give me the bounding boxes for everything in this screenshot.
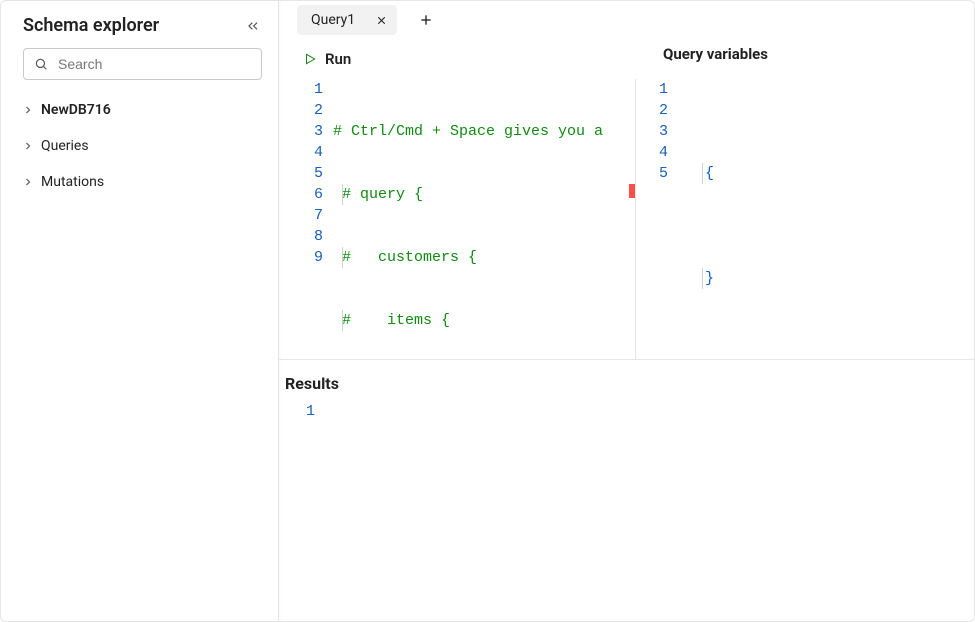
play-icon [303,52,317,66]
code-line: # items { [333,312,450,329]
search-icon [34,57,48,71]
tree-item-label: Queries [41,138,89,154]
error-marker [629,184,635,198]
sidebar-header: Schema explorer [1,11,278,44]
line-number: 9 [287,247,323,268]
chevron-right-icon [21,175,35,189]
results-editor[interactable]: 1 [279,401,974,422]
line-number: 4 [287,142,323,163]
query-editor[interactable]: 1 2 3 4 5 6 7 8 9 # Ctrl/Cmd + Space giv… [287,79,635,359]
search-input-container[interactable] [23,48,262,80]
main-area: Query1 [279,1,974,621]
chevron-right-icon [21,103,35,117]
tree-item-mutations[interactable]: Mutations [9,164,272,200]
chevron-right-icon [21,139,35,153]
editor-splitter[interactable] [635,79,636,359]
tab-query1[interactable]: Query1 [297,5,397,35]
tree-item-label: NewDB716 [41,102,111,118]
code-line: { [705,165,714,182]
line-number: 1 [285,401,315,422]
line-number: 4 [644,142,668,163]
line-number: 2 [287,100,323,121]
chevrons-left-icon[interactable] [244,17,262,35]
query-code[interactable]: # Ctrl/Cmd + Space gives you a # query {… [333,79,603,359]
code-line: # customers { [333,249,477,266]
line-number: 7 [287,205,323,226]
vars-gutter: 1 2 3 4 5 [644,79,678,359]
editors-row: 1 2 3 4 5 6 7 8 9 # Ctrl/Cmd + Space giv… [279,79,974,359]
line-number: 3 [287,121,323,142]
line-number: 5 [644,163,668,184]
sidebar-title: Schema explorer [23,15,159,36]
close-icon[interactable] [373,12,389,28]
results-title: Results [279,360,974,401]
new-tab-button[interactable] [411,5,441,35]
tree-item-label: Mutations [41,174,104,190]
schema-tree: NewDB716 Queries Mutations [1,90,278,200]
tab-bar: Query1 [279,1,974,39]
schema-explorer-sidebar: Schema explorer [1,1,279,621]
vars-code[interactable]: { } [678,79,768,359]
app-root: Schema explorer [0,0,975,622]
run-label: Run [325,50,351,68]
variables-editor[interactable]: 1 2 3 4 5 { } [644,79,974,359]
line-number: 1 [644,79,668,100]
toolbar: Run [279,39,974,79]
line-number: 3 [644,121,668,142]
results-pane: Results 1 [279,359,974,621]
query-gutter: 1 2 3 4 5 6 7 8 9 [287,79,333,359]
search-input[interactable] [56,55,251,73]
line-number: 8 [287,226,323,247]
line-number: 6 [287,184,323,205]
results-gutter: 1 [285,401,325,422]
search-wrap [1,44,278,90]
run-button[interactable]: Run [293,46,361,72]
code-line: } [705,270,714,287]
line-number: 5 [287,163,323,184]
tab-label: Query1 [311,12,355,28]
tree-item-newdb716[interactable]: NewDB716 [9,92,272,128]
code-line: # Ctrl/Cmd + Space gives you a [333,123,603,140]
line-number: 1 [287,79,323,100]
toolbar-row: Run Query variables [279,39,974,79]
code-line: # query { [333,186,423,203]
query-variables-title: Query variables [663,45,768,63]
line-number: 2 [644,100,668,121]
tree-item-queries[interactable]: Queries [9,128,272,164]
